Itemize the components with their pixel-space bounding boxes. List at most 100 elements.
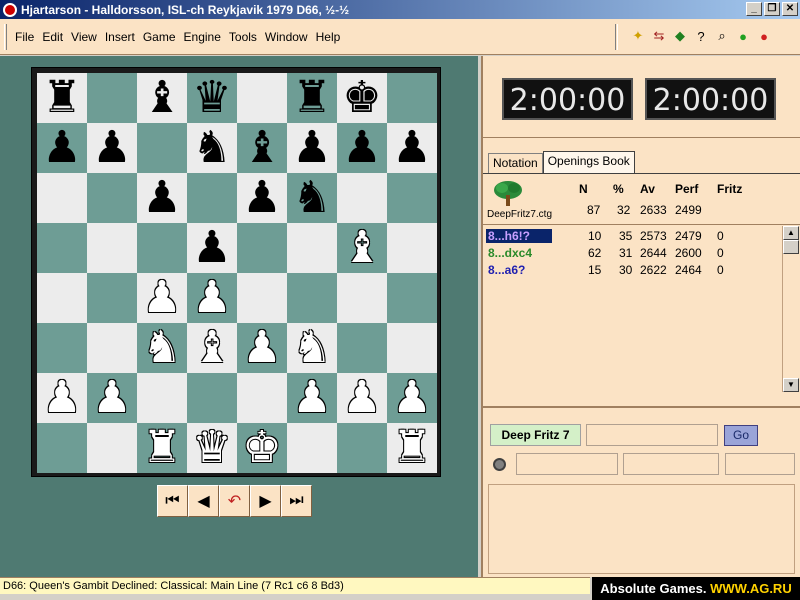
black-pawn-piece[interactable]: ♟ <box>242 173 281 223</box>
scroll-thumb[interactable] <box>783 240 799 254</box>
square-b8[interactable] <box>87 73 137 123</box>
square-g2[interactable]: ♟ <box>337 373 387 423</box>
book-scrollbar[interactable]: ▲ ▼ <box>782 226 799 392</box>
square-a3[interactable] <box>37 323 87 373</box>
menu-view[interactable]: View <box>71 30 97 44</box>
square-d4[interactable]: ♟ <box>187 273 237 323</box>
book-row[interactable]: 8...h6!? 10 35 2573 2479 0 <box>486 229 776 245</box>
square-e3[interactable]: ♟ <box>237 323 287 373</box>
minimize-button[interactable]: _ <box>746 2 762 16</box>
square-d8[interactable]: ♛ <box>187 73 237 123</box>
square-a4[interactable] <box>37 273 87 323</box>
square-c8[interactable]: ♝ <box>137 73 187 123</box>
square-d7[interactable]: ♞ <box>187 123 237 173</box>
black-pawn-piece[interactable]: ♟ <box>42 123 81 173</box>
white-pawn-piece[interactable]: ♟ <box>242 323 281 373</box>
square-h6[interactable] <box>387 173 437 223</box>
square-g3[interactable] <box>337 323 387 373</box>
white-rook-piece[interactable]: ♜ <box>142 423 181 473</box>
square-b2[interactable]: ♟ <box>87 373 137 423</box>
white-queen-piece[interactable]: ♛ <box>192 423 231 473</box>
square-e6[interactable]: ♟ <box>237 173 287 223</box>
menu-tools[interactable]: Tools <box>229 30 257 44</box>
square-f6[interactable]: ♞ <box>287 173 337 223</box>
square-a8[interactable]: ♜ <box>37 73 87 123</box>
tab-notation[interactable]: Notation <box>488 153 543 173</box>
white-knight-piece[interactable]: ♞ <box>142 323 181 373</box>
start-engine-icon[interactable]: ● <box>735 28 751 44</box>
square-f2[interactable]: ♟ <box>287 373 337 423</box>
square-a6[interactable] <box>37 173 87 223</box>
white-knight-piece[interactable]: ♞ <box>292 323 331 373</box>
black-king-piece[interactable]: ♚ <box>342 73 381 123</box>
square-e8[interactable] <box>237 73 287 123</box>
square-b6[interactable] <box>87 173 137 223</box>
square-d3[interactable]: ♝ <box>187 323 237 373</box>
square-f4[interactable] <box>287 273 337 323</box>
first-move-button[interactable]: ⏮ <box>157 485 188 517</box>
square-c7[interactable] <box>137 123 187 173</box>
black-bishop-piece[interactable]: ♝ <box>142 73 181 123</box>
black-pawn-piece[interactable]: ♟ <box>192 223 231 273</box>
white-bishop-piece[interactable]: ♝ <box>192 323 231 373</box>
white-king-piece[interactable]: ♚ <box>242 423 281 473</box>
square-c5[interactable] <box>137 223 187 273</box>
square-e1[interactable]: ♚ <box>237 423 287 473</box>
white-pawn-piece[interactable]: ♟ <box>392 373 431 423</box>
book-row[interactable]: 8...dxc4 62 31 2644 2600 0 <box>486 246 776 262</box>
black-pawn-piece[interactable]: ♟ <box>142 173 181 223</box>
book-move[interactable]: 8...h6!? <box>486 229 552 243</box>
menu-game[interactable]: Game <box>143 30 176 44</box>
book-move[interactable]: 8...dxc4 <box>488 246 532 260</box>
square-c6[interactable]: ♟ <box>137 173 187 223</box>
new-game-icon[interactable]: ✦ <box>630 28 646 44</box>
white-pawn-piece[interactable]: ♟ <box>42 373 81 423</box>
engine-radio[interactable] <box>493 458 506 471</box>
hint-icon[interactable]: ? <box>693 28 709 44</box>
black-bishop-piece[interactable]: ♝ <box>242 123 281 173</box>
square-d2[interactable] <box>187 373 237 423</box>
restore-button[interactable]: ❐ <box>764 2 780 16</box>
square-a2[interactable]: ♟ <box>37 373 87 423</box>
flip-board-icon[interactable]: ⇆ <box>651 28 667 44</box>
black-pawn-piece[interactable]: ♟ <box>292 123 331 173</box>
menu-file[interactable]: File <box>15 30 34 44</box>
menu-help[interactable]: Help <box>316 30 341 44</box>
square-g6[interactable] <box>337 173 387 223</box>
square-g7[interactable]: ♟ <box>337 123 387 173</box>
takeback-button[interactable]: ↶ <box>219 485 250 517</box>
square-a5[interactable] <box>37 223 87 273</box>
square-c2[interactable] <box>137 373 187 423</box>
black-rook-piece[interactable]: ♜ <box>292 73 331 123</box>
white-bishop-piece[interactable]: ♝ <box>342 223 381 273</box>
menu-edit[interactable]: Edit <box>42 30 63 44</box>
square-e4[interactable] <box>237 273 287 323</box>
square-f8[interactable]: ♜ <box>287 73 337 123</box>
black-knight-piece[interactable]: ♞ <box>292 173 331 223</box>
square-h3[interactable] <box>387 323 437 373</box>
last-move-button[interactable]: ⏭ <box>281 485 312 517</box>
square-b1[interactable] <box>87 423 137 473</box>
square-f5[interactable] <box>287 223 337 273</box>
black-knight-piece[interactable]: ♞ <box>192 123 231 173</box>
square-b7[interactable]: ♟ <box>87 123 137 173</box>
white-pawn-piece[interactable]: ♟ <box>192 273 231 323</box>
square-b5[interactable] <box>87 223 137 273</box>
engine-input[interactable] <box>586 424 718 446</box>
square-h4[interactable] <box>387 273 437 323</box>
close-button[interactable]: ✕ <box>782 2 798 16</box>
engine-icon[interactable]: ◆ <box>672 28 688 44</box>
analysis-icon[interactable]: ⌕ <box>714 28 730 44</box>
white-pawn-piece[interactable]: ♟ <box>292 373 331 423</box>
square-c3[interactable]: ♞ <box>137 323 187 373</box>
square-e2[interactable] <box>237 373 287 423</box>
white-pawn-piece[interactable]: ♟ <box>342 373 381 423</box>
square-b3[interactable] <box>87 323 137 373</box>
scroll-up-icon[interactable]: ▲ <box>783 226 799 240</box>
engine-name-button[interactable]: Deep Fritz 7 <box>490 424 581 446</box>
white-rook-piece[interactable]: ♜ <box>392 423 431 473</box>
square-g1[interactable] <box>337 423 387 473</box>
tab-openings-book[interactable]: Openings Book <box>542 151 635 173</box>
menu-insert[interactable]: Insert <box>105 30 135 44</box>
square-h1[interactable]: ♜ <box>387 423 437 473</box>
